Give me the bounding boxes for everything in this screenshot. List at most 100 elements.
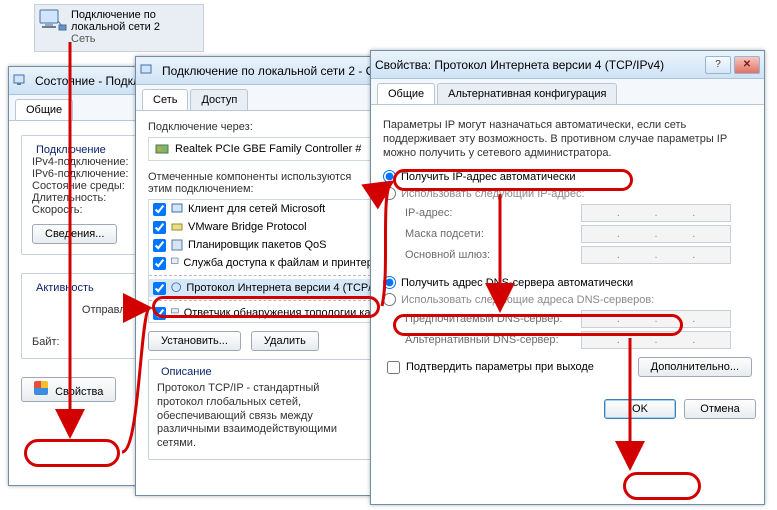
- row-media: Состояние среды:: [32, 180, 144, 192]
- network-adapter-subtitle: Сеть: [71, 33, 197, 45]
- radio-ip-manual[interactable]: Использовать следующий IP-адрес:: [383, 187, 752, 200]
- confirm-checkbox[interactable]: [387, 361, 400, 374]
- tabstrip-conn: Сеть Доступ: [136, 85, 389, 111]
- list-item[interactable]: Ответчик обнаружения топологии канальног…: [149, 304, 376, 322]
- component-checkbox[interactable]: [153, 307, 166, 320]
- tab-general-ipv4[interactable]: Общие: [377, 83, 435, 104]
- network-adapter-title: Подключение по локальной сети 2: [71, 9, 197, 33]
- component-checkbox[interactable]: [153, 239, 166, 252]
- ip-address-label: IP-адрес:: [405, 207, 575, 219]
- radio-dns-auto[interactable]: Получить адрес DNS-сервера автоматически: [383, 276, 752, 289]
- component-label: Клиент для сетей Microsoft: [188, 203, 325, 215]
- gateway-input: ...: [581, 246, 731, 264]
- row-duration: Длительность:: [32, 192, 144, 204]
- list-item[interactable]: Планировщик пакетов QoS: [149, 236, 376, 254]
- divider: [149, 300, 376, 301]
- details-button[interactable]: Сведения...: [32, 224, 117, 244]
- radio-ip-auto[interactable]: Получить IP-адрес автоматически: [383, 170, 752, 183]
- component-checkbox[interactable]: [153, 282, 166, 295]
- dns-pref-input: ...: [581, 310, 731, 328]
- ipv4-intro: Параметры IP могут назначаться автоматич…: [383, 119, 752, 160]
- ip-address-input: ...: [581, 204, 731, 222]
- components-list[interactable]: Клиент для сетей Microsoft VMware Bridge…: [148, 199, 377, 323]
- close-button[interactable]: ✕: [734, 56, 760, 74]
- titlebar-ipv4-title: Свойства: Протокол Интернета версии 4 (T…: [375, 58, 705, 72]
- network-adapter-icon: [39, 9, 67, 35]
- adapter-box[interactable]: Realtek PCIe GBE Family Controller #: [148, 137, 377, 161]
- confirm-row[interactable]: Подтвердить параметры при выходе Дополни…: [387, 357, 752, 377]
- tabstrip-ipv4: Общие Альтернативная конфигурация: [371, 79, 764, 105]
- qos-icon: [170, 238, 184, 252]
- tab-alt-config[interactable]: Альтернативная конфигурация: [437, 83, 617, 104]
- radio-dns-auto-label: Получить адрес DNS-сервера автоматически: [401, 277, 633, 289]
- row-ipv6: IPv6-подключение:: [32, 168, 144, 180]
- subnet-mask-label: Маска подсети:: [405, 228, 575, 240]
- radio-ip-auto-input[interactable]: [383, 170, 396, 183]
- list-item[interactable]: Служба доступа к файлам и принтерам сете…: [149, 254, 376, 272]
- description-text: Протокол TCP/IP - стандартный протокол г…: [157, 382, 368, 451]
- window-ipv4-props: Свойства: Протокол Интернета версии 4 (T…: [370, 50, 765, 505]
- help-button[interactable]: ?: [705, 56, 731, 74]
- network-adapter-item[interactable]: Подключение по локальной сети 2 Сеть: [34, 4, 204, 52]
- activity-bytes-label: Байт:: [32, 336, 144, 348]
- tcpip4-icon: [170, 281, 182, 295]
- dns-pref-label: Предпочитаемый DNS-сервер:: [405, 313, 575, 325]
- row-ipv4: IPv4-подключение:: [32, 156, 144, 168]
- component-checkbox[interactable]: [153, 257, 166, 270]
- description-legend: Описание: [157, 366, 216, 378]
- cancel-button[interactable]: Отмена: [684, 399, 756, 419]
- list-item[interactable]: VMware Bridge Protocol: [149, 218, 376, 236]
- nic-icon: [155, 142, 169, 156]
- titlebar-buttons: ? ✕: [705, 56, 760, 74]
- window-connection-props: Подключение по локальной сети 2 - Свойст…: [135, 56, 390, 496]
- remove-button[interactable]: Удалить: [251, 331, 319, 351]
- tab-access[interactable]: Доступ: [190, 89, 248, 110]
- properties-button-label: Свойства: [55, 386, 103, 398]
- advanced-button[interactable]: Дополнительно...: [638, 357, 752, 377]
- divider: [149, 275, 376, 276]
- radio-ip-manual-input[interactable]: [383, 187, 396, 200]
- component-label: VMware Bridge Protocol: [188, 221, 307, 233]
- connect-via-label: Подключение через:: [148, 121, 377, 133]
- radio-dns-manual-label: Использовать следующие адреса DNS-сервер…: [401, 294, 654, 306]
- titlebar-conn-props[interactable]: Подключение по локальной сети 2 - Свойст…: [136, 57, 389, 85]
- description-group: Описание Протокол TCP/IP - стандартный п…: [148, 359, 377, 460]
- dns-alt-label: Альтернативный DNS-сервер:: [405, 334, 575, 346]
- component-label: Планировщик пакетов QoS: [188, 239, 327, 251]
- install-button[interactable]: Установить...: [148, 331, 241, 351]
- file-share-icon: [170, 256, 179, 270]
- status-activity-legend: Активность: [32, 282, 98, 294]
- radio-dns-manual-input[interactable]: [383, 293, 396, 306]
- radio-dns-auto-input[interactable]: [383, 276, 396, 289]
- conn-icon: [140, 63, 156, 79]
- radio-dns-manual[interactable]: Использовать следующие адреса DNS-сервер…: [383, 293, 752, 306]
- topology-icon: [170, 306, 180, 320]
- adapter-name: Realtek PCIe GBE Family Controller #: [175, 143, 361, 155]
- components-label: Отмеченные компоненты используются этим …: [148, 171, 377, 195]
- component-label: Ответчик обнаружения топологии канальног…: [184, 307, 372, 319]
- row-speed: Скорость:: [32, 204, 144, 216]
- list-item[interactable]: Клиент для сетей Microsoft: [149, 200, 376, 218]
- gateway-label: Основной шлюз:: [405, 249, 575, 261]
- component-label: Служба доступа к файлам и принтерам сете…: [183, 257, 372, 269]
- titlebar-ipv4[interactable]: Свойства: Протокол Интернета версии 4 (T…: [371, 51, 764, 79]
- ok-button[interactable]: OK: [604, 399, 676, 419]
- ipv4-content: Параметры IP могут назначаться автоматич…: [371, 105, 764, 387]
- shield-icon: [34, 381, 48, 395]
- titlebar-conn-title: Подключение по локальной сети 2 - Свойст…: [162, 64, 385, 78]
- subnet-mask-input: ...: [581, 225, 731, 243]
- bridge-icon: [170, 220, 184, 234]
- list-item-selected[interactable]: Протокол Интернета версии 4 (TCP/IPv4): [149, 279, 376, 297]
- confirm-label: Подтвердить параметры при выходе: [406, 361, 594, 373]
- component-label: Протокол Интернета версии 4 (TCP/IPv4): [186, 282, 372, 294]
- properties-button[interactable]: Свойства: [21, 377, 116, 402]
- tab-general-status[interactable]: Общие: [15, 99, 73, 120]
- client-icon: [170, 202, 184, 216]
- status-icon: [13, 73, 29, 89]
- tab-network[interactable]: Сеть: [142, 89, 188, 110]
- dns-alt-input: ...: [581, 331, 731, 349]
- dialog-button-row: OK Отмена: [371, 399, 764, 429]
- component-checkbox[interactable]: [153, 203, 166, 216]
- radio-ip-auto-label: Получить IP-адрес автоматически: [401, 171, 575, 183]
- component-checkbox[interactable]: [153, 221, 166, 234]
